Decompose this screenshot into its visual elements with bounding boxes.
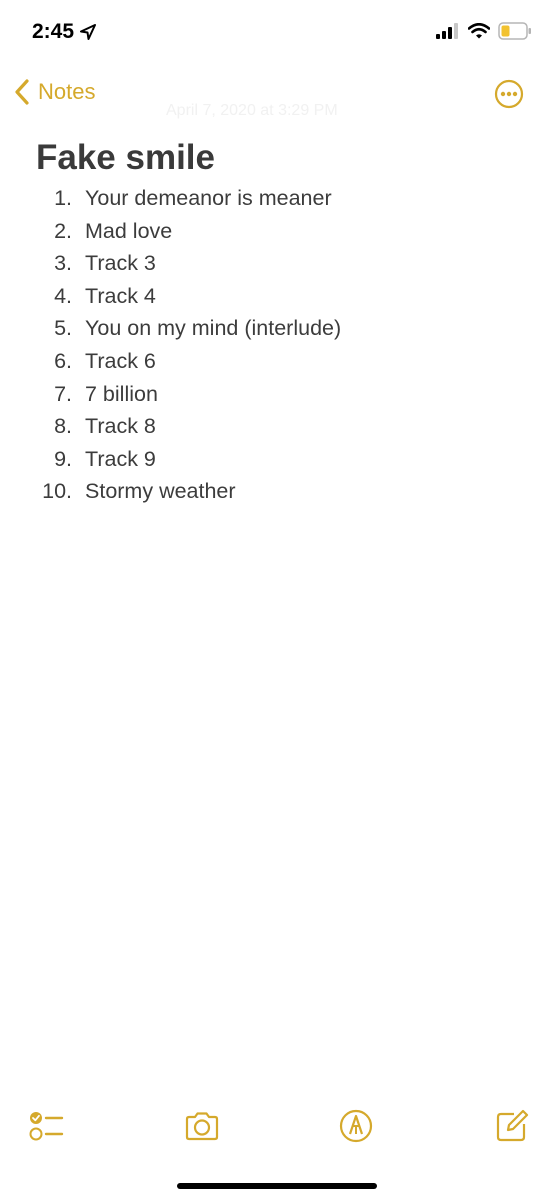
chevron-left-icon	[15, 79, 29, 105]
back-button[interactable]: Notes	[14, 78, 95, 106]
list-item-number: 4.	[54, 283, 72, 308]
list-item-text: Track 4	[85, 283, 156, 308]
list-item-number: 5.	[54, 316, 72, 341]
list-item-number: 1.	[54, 186, 72, 210]
list-item-text: Track 6	[85, 348, 156, 373]
status-bar: 2:45	[0, 0, 554, 68]
battery-icon	[498, 22, 531, 40]
location-arrow-icon	[80, 24, 97, 40]
list-item[interactable]: 9. Track 9	[0, 445, 554, 478]
list-item[interactable]: 5. You on my mind (interlude)	[0, 314, 554, 347]
note-title[interactable]: Fake smile	[36, 138, 215, 178]
back-button-label: Notes	[38, 79, 96, 104]
compose-icon[interactable]	[494, 1108, 530, 1144]
list-item-number: 10.	[42, 479, 72, 504]
status-icons	[436, 22, 532, 40]
checklist-icon[interactable]	[28, 1108, 64, 1144]
nav-bar: Notes April 7, 2020 at 3:29 PM	[0, 72, 554, 119]
list-item[interactable]: 6. Track 6	[0, 347, 554, 380]
list-item[interactable]: 1. Your demeanor is meaner	[0, 184, 554, 217]
list-item-text: Track 8	[85, 414, 156, 439]
list-item-text: Track 9	[85, 446, 156, 471]
list-item-text: Stormy weather	[85, 479, 236, 504]
status-time-label: 2:45	[32, 20, 75, 43]
list-item[interactable]: 2. Mad love	[0, 217, 554, 250]
list-item-number: 9.	[54, 446, 72, 471]
list-item-text: Track 3	[85, 251, 156, 276]
list-item-text: You on my mind (interlude)	[85, 316, 342, 341]
list-item[interactable]: 10. Stormy weather	[0, 477, 554, 510]
list-item-text: Mad love	[85, 218, 173, 243]
note-date: April 7, 2020 at 3:29 PM	[166, 102, 338, 119]
list-item-number: 7.	[54, 381, 72, 406]
list-item[interactable]: 3. Track 3	[0, 249, 554, 282]
track-list: 1. Your demeanor is meaner 2. Mad love 3…	[0, 184, 554, 510]
list-item-number: 6.	[54, 348, 72, 373]
list-item[interactable]: 4. Track 4	[0, 282, 554, 315]
list-item-text: 7 billion	[85, 381, 158, 406]
wifi-icon	[468, 23, 490, 39]
ellipsis-circle-icon[interactable]	[494, 79, 524, 109]
camera-icon[interactable]	[184, 1108, 220, 1144]
list-item[interactable]: 8. Track 8	[0, 412, 554, 445]
list-item-number: 8.	[54, 414, 72, 439]
home-indicator[interactable]	[177, 1183, 377, 1189]
cellular-signal-icon	[436, 23, 458, 39]
markup-pen-icon[interactable]	[338, 1108, 374, 1144]
status-time: 2:45	[32, 20, 97, 44]
list-item[interactable]: 7. 7 billion	[0, 380, 554, 413]
list-item-number: 3.	[54, 251, 72, 276]
list-item-number: 2.	[54, 218, 72, 243]
list-item-text: Your demeanor is meaner	[85, 186, 332, 210]
bottom-toolbar	[0, 1100, 554, 1160]
